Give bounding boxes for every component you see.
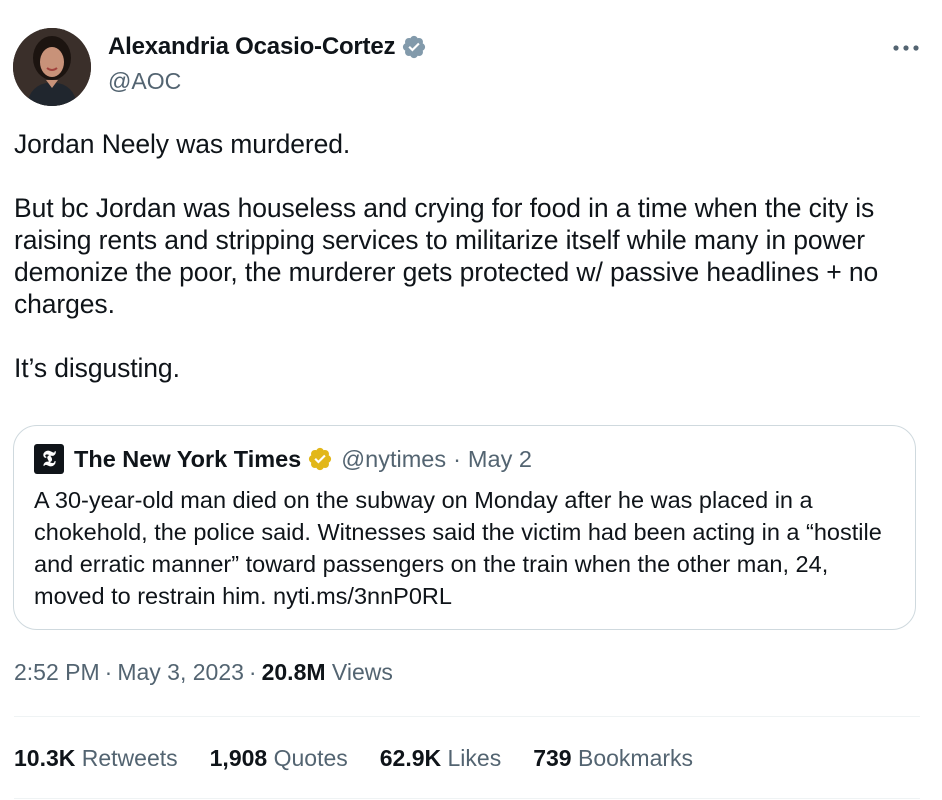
separator-dot: · xyxy=(248,659,257,685)
bookmarks-stat[interactable]: 739 Bookmarks xyxy=(533,743,693,773)
tweet-paragraph: Jordan Neely was murdered. xyxy=(14,129,351,159)
author-block: Alexandria Ocasio-Cortez @AOC xyxy=(108,32,427,96)
separator-dot: · xyxy=(104,659,113,685)
author-handle[interactable]: @AOC xyxy=(108,66,427,96)
verified-badge-icon[interactable] xyxy=(401,34,427,60)
retweets-stat[interactable]: 10.3K Retweets xyxy=(14,743,178,773)
likes-stat[interactable]: 62.9K Likes xyxy=(380,743,501,773)
quoted-tweet-text: A 30-year-old man died on the subway on … xyxy=(34,487,882,609)
bookmarks-label: Bookmarks xyxy=(577,745,694,771)
quotes-count: 1,908 xyxy=(209,745,268,771)
likes-count: 62.9K xyxy=(379,745,442,771)
tweet-paragraph: It’s disgusting. xyxy=(14,353,180,383)
quotes-stat[interactable]: 1,908 Quotes xyxy=(210,743,348,773)
engagement-stats: 10.3K Retweets 1,908 Quotes 62.9K Likes … xyxy=(14,743,725,773)
gold-verified-badge-icon xyxy=(307,446,333,472)
avatar[interactable] xyxy=(13,28,91,106)
more-options-icon[interactable] xyxy=(892,38,920,58)
divider xyxy=(14,798,920,799)
views-label: Views xyxy=(331,659,393,685)
divider xyxy=(14,716,920,717)
tweet-date[interactable]: May 3, 2023 xyxy=(117,659,244,685)
views-count: 20.8M xyxy=(261,659,326,685)
quotes-label: Quotes xyxy=(273,745,348,771)
author-name-row[interactable]: Alexandria Ocasio-Cortez xyxy=(108,32,427,62)
nyt-logo-icon[interactable]: 𝕿 xyxy=(34,444,64,474)
quoted-tweet-header: 𝕿 The New York Times @nytimes · May 2 xyxy=(34,444,532,474)
quoted-tweet[interactable]: 𝕿 The New York Times @nytimes · May 2 A … xyxy=(13,425,916,630)
tweet-card: Alexandria Ocasio-Cortez @AOC Jordan Nee… xyxy=(0,0,942,800)
tweet-meta: 2:52 PM · May 3, 2023 · 20.8M Views xyxy=(14,657,393,687)
retweets-count: 10.3K xyxy=(14,745,76,771)
quoted-author-name[interactable]: The New York Times xyxy=(74,444,301,474)
likes-label: Likes xyxy=(447,745,502,771)
tweet-text: Jordan Neely was murdered. But bc Jordan… xyxy=(14,128,914,384)
quoted-tweet-date[interactable]: May 2 xyxy=(468,444,532,474)
tweet-time[interactable]: 2:52 PM xyxy=(14,659,100,685)
bookmarks-count: 739 xyxy=(533,745,572,771)
tweet-paragraph: But bc Jordan was houseless and crying f… xyxy=(14,193,879,319)
separator-dot: · xyxy=(453,446,461,472)
retweets-label: Retweets xyxy=(81,745,178,771)
quoted-author-handle[interactable]: @nytimes xyxy=(341,444,446,474)
author-display-name[interactable]: Alexandria Ocasio-Cortez xyxy=(108,32,395,62)
